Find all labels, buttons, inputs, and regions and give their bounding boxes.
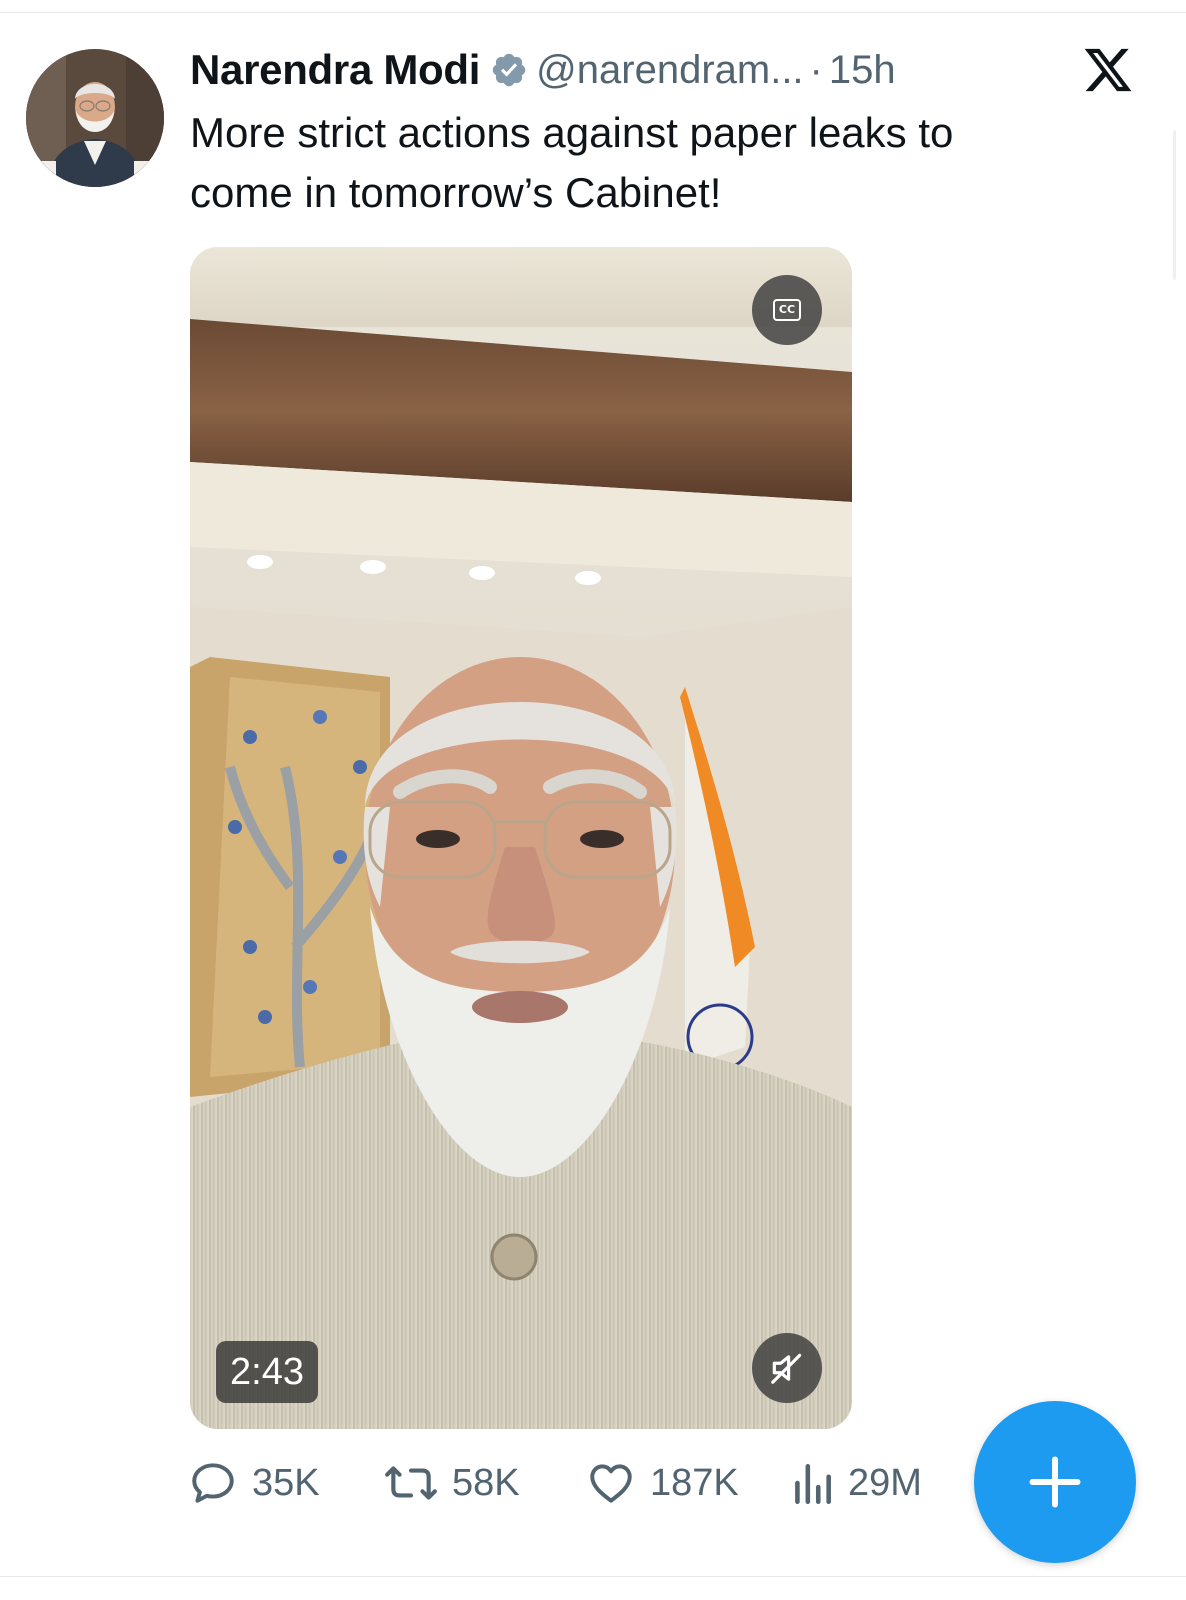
repost-button[interactable]: 58K — [384, 1453, 520, 1513]
heart-icon — [590, 1464, 632, 1503]
like-button[interactable]: 187K — [586, 1453, 739, 1513]
verified-badge-icon[interactable] — [490, 51, 528, 89]
speech-bubble-icon — [192, 1463, 234, 1503]
repost-count: 58K — [452, 1461, 520, 1504]
author-handle[interactable]: @narendram... — [536, 48, 803, 93]
tweet-text-line-2: come in tomorrow’s Cabinet! — [190, 169, 722, 216]
timestamp[interactable]: 15h — [829, 48, 896, 93]
scrollbar-thumb[interactable] — [1173, 130, 1176, 280]
author-display-name[interactable]: Narendra Modi — [190, 46, 480, 94]
tweet-action-bar: 35K 58K 187K 29M — [188, 1453, 948, 1513]
mute-toggle-button[interactable] — [752, 1333, 822, 1403]
reply-button[interactable]: 35K — [188, 1453, 320, 1513]
view-count: 29M — [848, 1461, 922, 1504]
tweet-text: More strict actions against paper leaks … — [190, 103, 1090, 223]
captions-icon: CC — [773, 299, 801, 321]
bar-chart-icon — [795, 1464, 831, 1505]
speaker-muted-icon — [771, 1353, 802, 1384]
bottom-divider — [0, 1576, 1186, 1577]
views-button[interactable]: 29M — [790, 1453, 922, 1513]
x-logo-icon — [1082, 44, 1134, 96]
top-divider — [0, 12, 1186, 13]
video-duration-badge: 2:43 — [216, 1341, 318, 1403]
reply-count: 35K — [252, 1461, 320, 1504]
video-frame — [190, 247, 852, 1429]
compose-button[interactable] — [974, 1401, 1136, 1563]
repost-arrows-icon — [385, 1466, 437, 1500]
tweet-text-line-1: More strict actions against paper leaks … — [190, 109, 954, 156]
avatar[interactable] — [26, 49, 164, 187]
like-count: 187K — [650, 1461, 739, 1504]
tweet-header: Narendra Modi @narendram... · 15h — [190, 44, 896, 96]
plus-icon — [1029, 1456, 1081, 1508]
separator-dot: · — [809, 47, 823, 92]
video-player[interactable]: CC 2:43 — [190, 247, 852, 1429]
captions-button[interactable]: CC — [752, 275, 822, 345]
